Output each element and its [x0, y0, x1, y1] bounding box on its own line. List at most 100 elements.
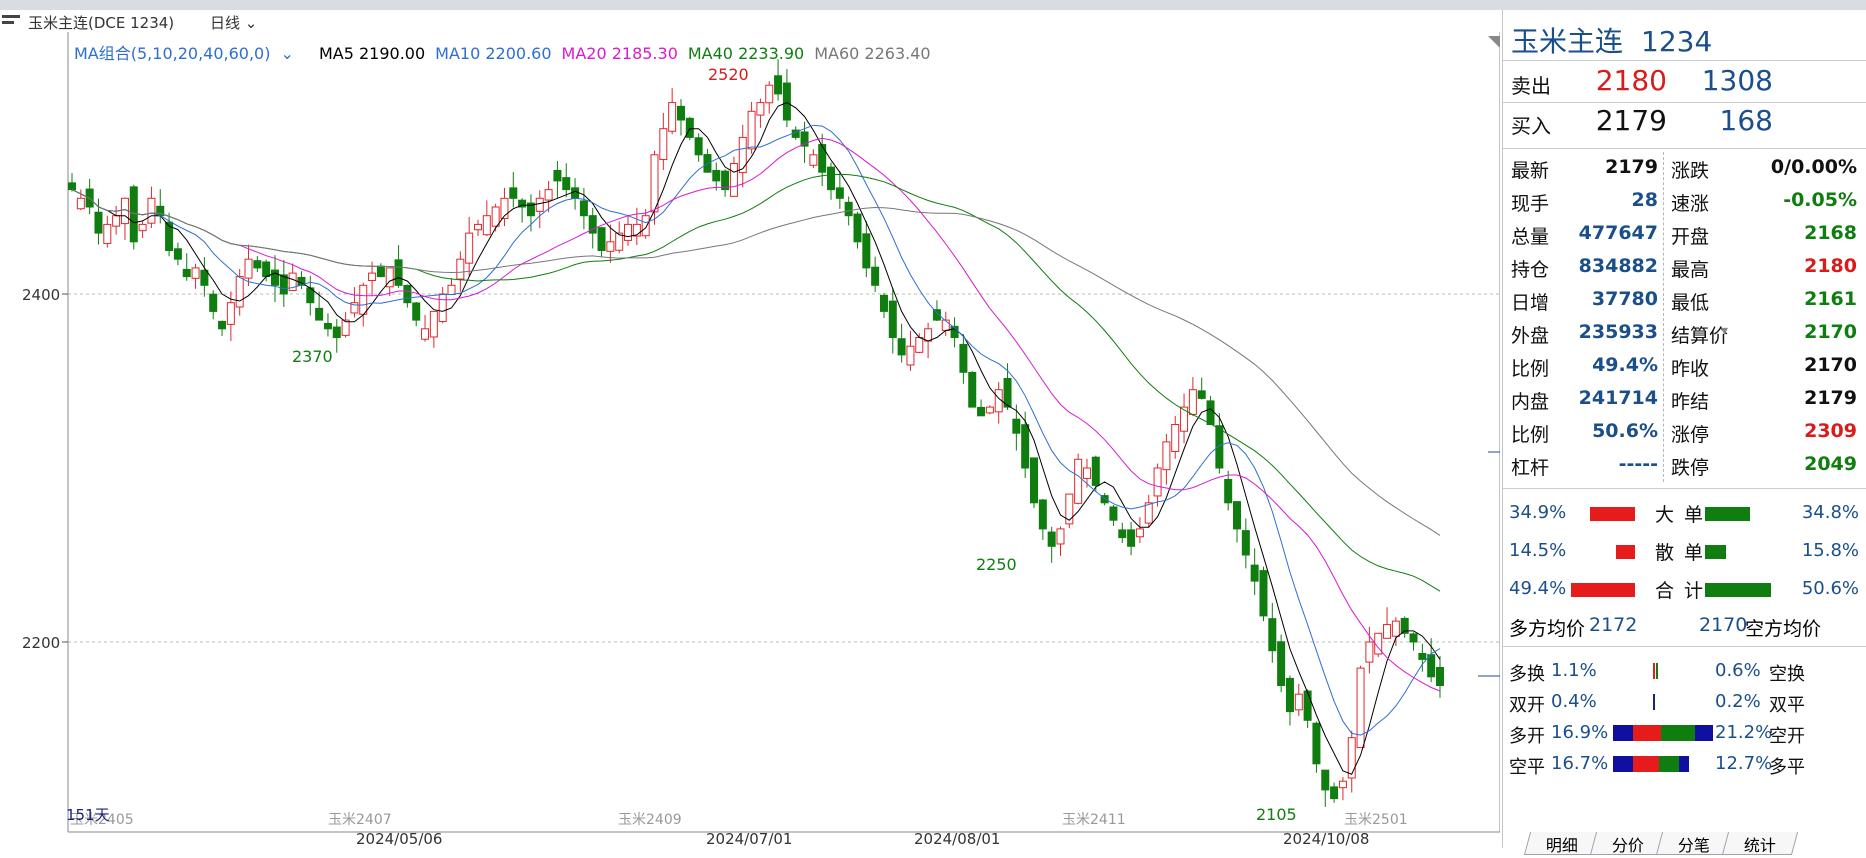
candle-body[interactable]: [1268, 618, 1277, 652]
candle-body[interactable]: [1418, 652, 1427, 660]
candle-body[interactable]: [1241, 530, 1250, 556]
candle-body[interactable]: [1056, 528, 1065, 545]
candle-body[interactable]: [1135, 528, 1144, 538]
candle-body[interactable]: [182, 268, 191, 278]
candle-body[interactable]: [1127, 529, 1136, 547]
candle-body[interactable]: [985, 406, 994, 414]
candle-body[interactable]: [1144, 502, 1153, 524]
candle-body[interactable]: [173, 248, 182, 260]
candle-body[interactable]: [253, 260, 262, 269]
candle-body[interactable]: [977, 406, 986, 417]
candlestick-chart[interactable]: 2400 2200 2024/05/06 2024/07/01 2024/08/…: [0, 32, 1500, 848]
candle-body[interactable]: [473, 223, 482, 231]
candle-body[interactable]: [200, 269, 209, 286]
candle-body[interactable]: [226, 302, 235, 325]
candle-body[interactable]: [1277, 641, 1286, 686]
candle-body[interactable]: [1250, 564, 1259, 582]
candle-body[interactable]: [1347, 737, 1356, 779]
candle-body[interactable]: [871, 266, 880, 286]
tab-price-distribution[interactable]: 分价: [1589, 832, 1667, 855]
candle-body[interactable]: [1409, 633, 1418, 643]
candle-body[interactable]: [76, 197, 85, 210]
candle-body[interactable]: [412, 302, 421, 321]
candle-body[interactable]: [597, 227, 606, 251]
candle-body[interactable]: [1330, 786, 1339, 800]
candle-body[interactable]: [650, 154, 659, 213]
candle-body[interactable]: [1188, 389, 1197, 415]
candle-body[interactable]: [394, 259, 403, 286]
candle-body[interactable]: [1153, 467, 1162, 497]
candle-body[interactable]: [535, 197, 544, 212]
candle-body[interactable]: [906, 345, 915, 366]
ask-row[interactable]: 卖出 2180 1308: [1503, 62, 1866, 100]
candle-body[interactable]: [624, 223, 633, 241]
candle-body[interactable]: [429, 310, 438, 338]
candle-body[interactable]: [1215, 425, 1224, 469]
candle-body[interactable]: [897, 338, 906, 356]
candle-body[interactable]: [1206, 400, 1215, 425]
candle-body[interactable]: [544, 189, 553, 201]
candle-body[interactable]: [218, 320, 227, 330]
candle-body[interactable]: [138, 223, 147, 232]
candle-body[interactable]: [729, 163, 738, 197]
candle-body[interactable]: [668, 102, 677, 132]
candle-body[interactable]: [1030, 457, 1039, 504]
candle-body[interactable]: [209, 293, 218, 312]
candle-body[interactable]: [456, 258, 465, 280]
candle-body[interactable]: [112, 215, 121, 227]
caret-down-icon[interactable]: ▾: [1721, 323, 1728, 339]
candle-body[interactable]: [1003, 377, 1012, 408]
candle-body[interactable]: [1118, 529, 1127, 539]
candle-body[interactable]: [782, 82, 791, 121]
candle-body[interactable]: [1259, 570, 1268, 617]
candle-body[interactable]: [1091, 456, 1100, 486]
candle-body[interactable]: [315, 307, 324, 321]
candle-body[interactable]: [482, 215, 491, 236]
candle-body[interactable]: [1338, 780, 1347, 789]
candle-body[interactable]: [694, 137, 703, 156]
candle-body[interactable]: [1321, 769, 1330, 791]
candle-body[interactable]: [879, 294, 888, 312]
candle-body[interactable]: [1012, 418, 1021, 434]
candle-body[interactable]: [1436, 666, 1444, 687]
candle-body[interactable]: [262, 261, 271, 278]
candle-body[interactable]: [438, 293, 447, 322]
candle-body[interactable]: [359, 284, 368, 315]
candle-body[interactable]: [235, 276, 244, 308]
candle-body[interactable]: [403, 284, 412, 304]
candle-body[interactable]: [323, 323, 332, 330]
candle-body[interactable]: [606, 241, 615, 252]
candle-body[interactable]: [712, 169, 721, 182]
tab-detail[interactable]: 明细: [1523, 832, 1601, 855]
candle-body[interactable]: [341, 319, 350, 336]
candle-body[interactable]: [1021, 424, 1030, 469]
candle-body[interactable]: [1197, 390, 1206, 399]
candle-body[interactable]: [685, 117, 694, 138]
candle-body[interactable]: [1303, 690, 1312, 721]
candle-body[interactable]: [774, 75, 783, 95]
candle-body[interactable]: [747, 110, 756, 150]
candle-body[interactable]: [738, 136, 747, 174]
candle-body[interactable]: [1065, 493, 1074, 525]
candle-body[interactable]: [421, 328, 430, 340]
candle-body[interactable]: [1391, 620, 1400, 637]
chart-menu-icon[interactable]: [2, 15, 20, 25]
period-selector[interactable]: 日线 ⌄: [210, 12, 257, 33]
candle-body[interactable]: [1356, 667, 1365, 749]
candle-body[interactable]: [1162, 441, 1171, 471]
candle-body[interactable]: [244, 258, 253, 279]
candle-body[interactable]: [579, 200, 588, 217]
candle-body[interactable]: [959, 343, 968, 373]
candle-body[interactable]: [553, 169, 562, 182]
candle-body[interactable]: [68, 182, 76, 191]
candle-body[interactable]: [1109, 506, 1118, 521]
candle-body[interactable]: [641, 215, 650, 237]
candle-body[interactable]: [968, 372, 977, 408]
candle-body[interactable]: [332, 326, 341, 338]
candle-body[interactable]: [1383, 624, 1392, 639]
candle-body[interactable]: [562, 177, 571, 191]
candle-body[interactable]: [191, 267, 200, 279]
candle-body[interactable]: [1365, 641, 1374, 663]
candle-body[interactable]: [659, 128, 668, 161]
candle-body[interactable]: [1171, 424, 1180, 452]
